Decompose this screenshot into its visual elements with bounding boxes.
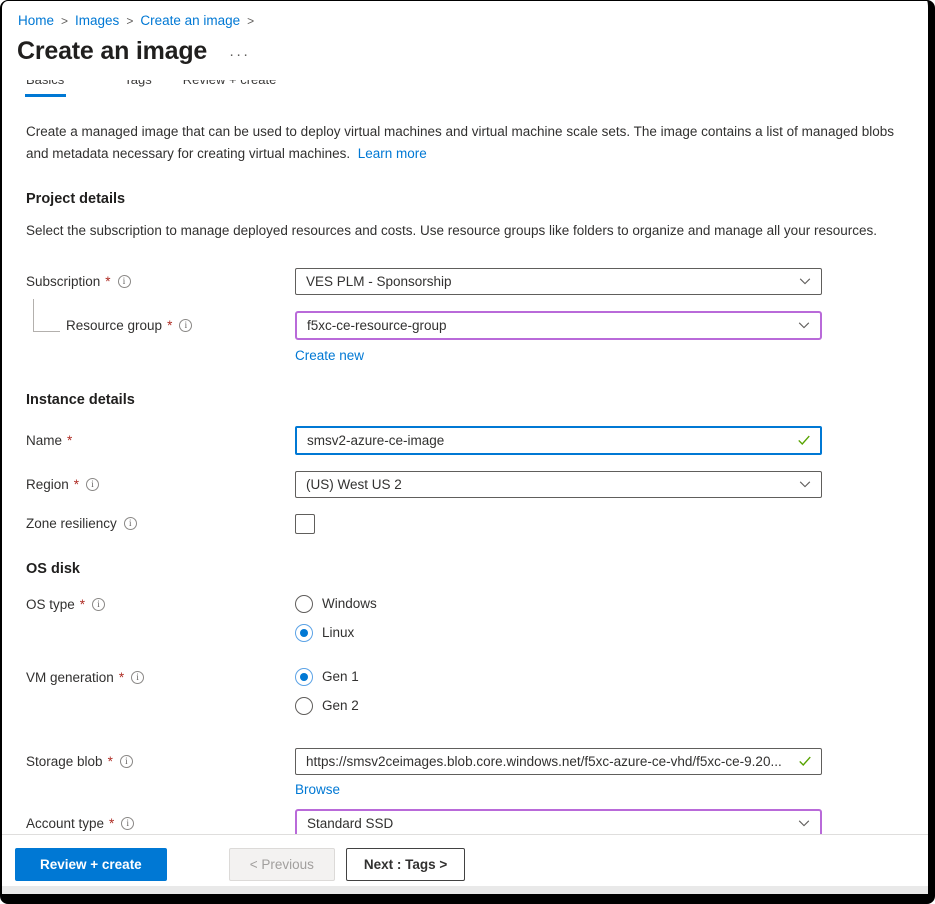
required-marker: * — [67, 433, 72, 448]
page-title: Create an image — [17, 37, 207, 66]
storage-blob-label: Storage blob * i — [26, 754, 295, 769]
valid-check-icon — [798, 754, 812, 768]
radio-unchecked-icon — [295, 697, 313, 715]
resource-group-label: Resource group * i — [26, 318, 295, 333]
account-type-info-icon[interactable]: i — [121, 817, 134, 830]
breadcrumb-images[interactable]: Images — [75, 13, 119, 28]
required-marker: * — [167, 318, 172, 333]
chevron-down-icon — [798, 477, 812, 491]
required-marker: * — [119, 670, 124, 685]
chevron-down-icon — [797, 318, 811, 332]
subscription-dropdown[interactable]: VES PLM - Sponsorship — [295, 268, 822, 295]
os-type-info-icon[interactable]: i — [92, 598, 105, 611]
previous-button[interactable]: < Previous — [229, 848, 335, 881]
resource-group-value: f5xc-ce-resource-group — [307, 318, 447, 333]
required-marker: * — [74, 477, 79, 492]
vm-generation-radio-group: Gen 1 Gen 2 — [295, 668, 822, 726]
storage-blob-info-icon[interactable]: i — [120, 755, 133, 768]
breadcrumb-home[interactable]: Home — [18, 13, 54, 28]
required-marker: * — [108, 754, 113, 769]
breadcrumb-create-an-image[interactable]: Create an image — [140, 13, 240, 28]
learn-more-link[interactable]: Learn more — [358, 146, 427, 161]
region-dropdown[interactable]: (US) West US 2 — [295, 471, 822, 498]
zone-resiliency-checkbox[interactable] — [295, 514, 315, 534]
breadcrumb-separator: > — [247, 14, 254, 28]
os-type-row: OS type * i Windows Linux — [2, 595, 928, 653]
required-marker: * — [109, 816, 114, 831]
valid-check-icon — [797, 433, 811, 447]
vm-generation-row: VM generation * i Gen 1 Gen 2 — [2, 668, 928, 726]
zone-resiliency-label: Zone resiliency i — [26, 516, 295, 531]
radio-checked-icon — [295, 668, 313, 686]
project-details-heading: Project details — [26, 191, 928, 207]
required-marker: * — [105, 274, 110, 289]
subscription-info-icon[interactable]: i — [118, 275, 131, 288]
storage-blob-input[interactable] — [306, 749, 791, 774]
resource-group-row: Resource group * i f5xc-ce-resource-grou… — [2, 311, 928, 340]
next-tags-button[interactable]: Next : Tags > — [346, 848, 465, 881]
zone-resiliency-row: Zone resiliency i — [2, 514, 928, 534]
radio-unchecked-icon — [295, 595, 313, 613]
os-disk-heading: OS disk — [26, 561, 928, 577]
resource-group-info-icon[interactable]: i — [179, 319, 192, 332]
os-type-linux-radio[interactable]: Linux — [295, 624, 822, 642]
resource-group-dropdown[interactable]: f5xc-ce-resource-group — [295, 311, 822, 340]
create-new-link[interactable]: Create new — [295, 348, 364, 363]
browse-link[interactable]: Browse — [295, 782, 340, 797]
chevron-down-icon — [797, 816, 811, 830]
os-type-label: OS type * i — [26, 595, 295, 612]
subscription-label: Subscription * i — [26, 274, 295, 289]
create-image-window: Home > Images > Create an image > Create an i… — [0, 0, 935, 904]
vm-generation-info-icon[interactable]: i — [131, 671, 144, 684]
name-input[interactable] — [307, 428, 790, 453]
radio-checked-icon — [295, 624, 313, 642]
zone-resiliency-info-icon[interactable]: i — [124, 517, 137, 530]
subscription-row: Subscription * i VES PLM - Sponsorship — [2, 268, 928, 295]
review-create-button[interactable]: Review + create — [15, 848, 167, 881]
region-value: (US) West US 2 — [306, 477, 402, 492]
intro-text: Create a managed image that can be used … — [26, 121, 904, 164]
name-field-wrapper — [295, 426, 822, 455]
region-row: Region * i (US) West US 2 — [2, 471, 928, 498]
name-label: Name * — [26, 433, 295, 448]
breadcrumb: Home > Images > Create an image > — [2, 1, 928, 28]
tab-bar: Basics Tags Review + create — [26, 80, 928, 89]
storage-blob-row: Storage blob * i — [2, 748, 928, 775]
region-info-icon[interactable]: i — [86, 478, 99, 491]
required-marker: * — [80, 597, 85, 612]
tab-tags[interactable]: Tags — [124, 80, 151, 87]
breadcrumb-separator: > — [61, 14, 68, 28]
resource-group-connector-line — [33, 299, 60, 332]
account-type-label: Account type * i — [26, 816, 295, 831]
tab-review-create[interactable]: Review + create — [183, 80, 277, 87]
vm-generation-gen1-radio[interactable]: Gen 1 — [295, 668, 822, 686]
os-type-radio-group: Windows Linux — [295, 595, 822, 653]
footer-action-bar: Review + create < Previous Next : Tags > — [2, 834, 928, 894]
tab-basics[interactable]: Basics — [26, 80, 64, 87]
more-menu-icon[interactable]: ··· — [229, 40, 250, 63]
name-row: Name * — [2, 426, 928, 455]
breadcrumb-separator: > — [126, 14, 133, 28]
os-type-windows-radio[interactable]: Windows — [295, 595, 822, 613]
region-label: Region * i — [26, 477, 295, 492]
storage-blob-field-wrapper — [295, 748, 822, 775]
chevron-down-icon — [798, 274, 812, 288]
instance-details-heading: Instance details — [26, 392, 928, 408]
account-type-value: Standard SSD — [307, 816, 393, 831]
subscription-value: VES PLM - Sponsorship — [306, 274, 452, 289]
project-details-description: Select the subscription to manage deploy… — [26, 220, 904, 242]
vm-generation-label: VM generation * i — [26, 668, 295, 685]
active-tab-indicator — [25, 94, 66, 97]
vm-generation-gen2-radio[interactable]: Gen 2 — [295, 697, 822, 715]
